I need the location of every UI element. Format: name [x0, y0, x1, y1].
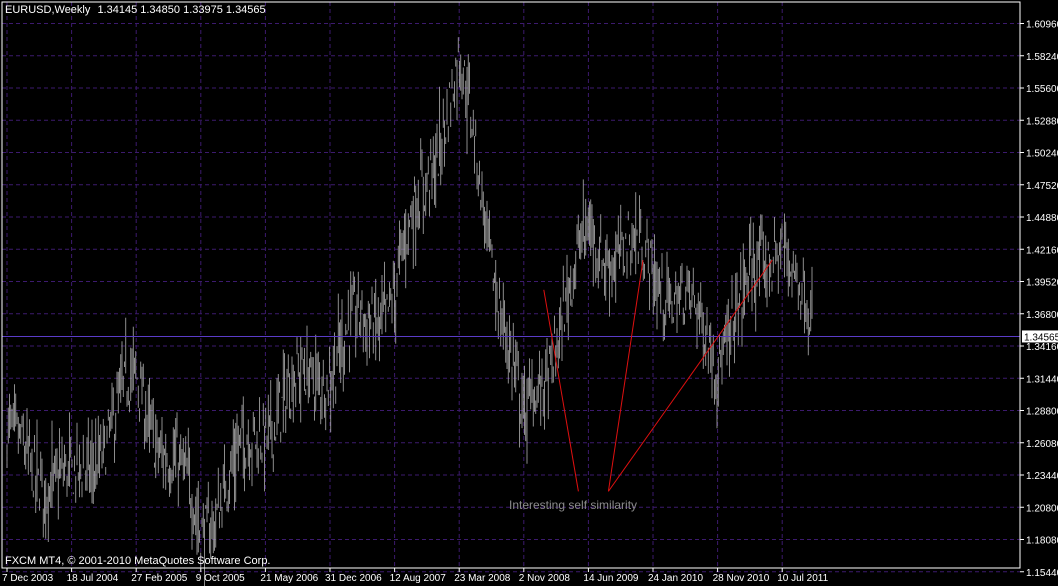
- price-tick-label: 1.52880: [1026, 116, 1058, 127]
- symbol-label: EURUSD,Weekly: [5, 4, 91, 16]
- price-tick-label: 1.60960: [1026, 20, 1058, 31]
- price-tick-label: 1.34160: [1026, 342, 1058, 353]
- date-tick-label: 12 Aug 2007: [390, 573, 447, 584]
- copyright-label: FXCM MT4, © 2001-2010 MetaQuotes Softwar…: [5, 555, 271, 567]
- price-tick-label: 1.50240: [1026, 149, 1058, 160]
- annotation-line: [607, 260, 644, 492]
- date-tick-label: 2 Nov 2008: [519, 573, 571, 584]
- date-tick-label: 9 Oct 2005: [196, 573, 245, 584]
- price-tick-label: 1.42160: [1026, 245, 1058, 256]
- chart-window[interactable]: Interesting self similarity 1.60960 1.582…: [0, 0, 1058, 586]
- ohlc-values: 1.34145 1.34850 1.33975 1.34565: [97, 4, 266, 16]
- date-tick-label: 31 Dec 2006: [325, 573, 382, 584]
- date-tick-label: 21 May 2006: [260, 573, 318, 584]
- date-tick-label: 27 Feb 2005: [131, 573, 188, 584]
- price-tick-label: 1.23440: [1026, 471, 1058, 482]
- price-tick-label: 1.44880: [1026, 213, 1058, 224]
- price-tick-label: 1.39520: [1026, 278, 1058, 289]
- date-tick-label: 7 Dec 2003: [2, 573, 54, 584]
- date-tick-label: 23 Mar 2008: [454, 573, 511, 584]
- date-tick-label: 18 Jul 2004: [67, 573, 119, 584]
- plot-frame: [1, 1, 1021, 569]
- price-tick-label: 1.36800: [1026, 310, 1058, 321]
- price-chart[interactable]: Interesting self similarity 1.60960 1.582…: [0, 0, 1058, 586]
- price-tick-label: 1.55600: [1026, 84, 1058, 95]
- annotation-label: Interesting self similarity: [509, 498, 637, 512]
- price-tick-label: 1.31440: [1026, 374, 1058, 385]
- price-tick-label: 1.26080: [1026, 439, 1058, 450]
- current-price-label: 1.34565: [1024, 332, 1058, 343]
- price-tick-label: 1.47520: [1026, 181, 1058, 192]
- date-tick-label: 28 Nov 2010: [713, 573, 770, 584]
- price-tick-label: 1.18080: [1026, 536, 1058, 547]
- price-tick-label: 1.58240: [1026, 52, 1058, 63]
- price-tick-label: 1.15440: [1026, 568, 1058, 579]
- date-tick-label: 24 Jan 2010: [648, 573, 703, 584]
- chart-info-bar: EURUSD,Weekly 1.34145 1.34850 1.33975 1.…: [5, 4, 266, 16]
- price-tick-label: 1.28800: [1026, 407, 1058, 418]
- date-tick-label: 10 Jul 2011: [777, 573, 828, 584]
- date-tick-label: 14 Jun 2009: [583, 573, 638, 584]
- price-tick-label: 1.20800: [1026, 503, 1058, 514]
- annotation-line: [607, 259, 773, 492]
